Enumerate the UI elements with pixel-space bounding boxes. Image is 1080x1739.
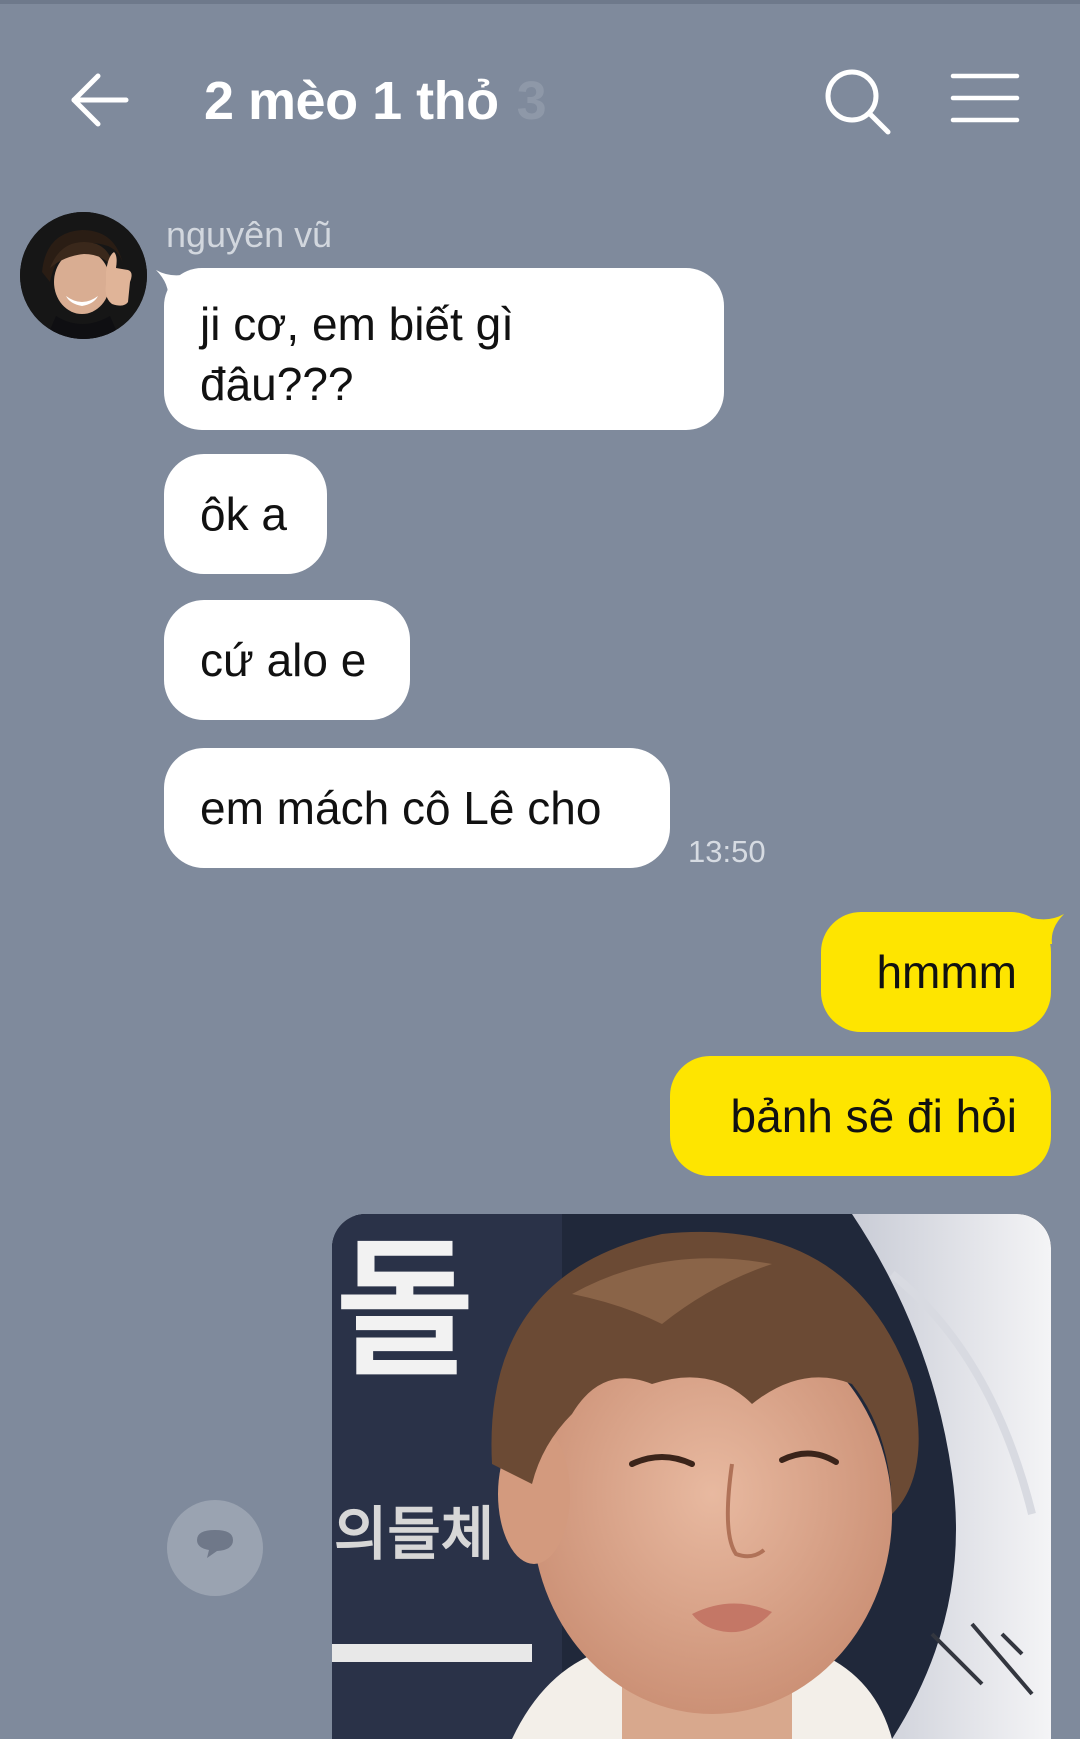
incoming-message[interactable]: cứ alo e xyxy=(164,600,410,720)
chat-bubble-icon xyxy=(197,1530,233,1558)
message-text: em mách cô Lê cho xyxy=(200,782,602,834)
menu-button[interactable] xyxy=(950,68,1020,128)
message-text: cứ alo e xyxy=(200,634,367,686)
chat-header: 2 mèo 1 thỏ 3 xyxy=(0,0,1080,200)
meme-photo: 돌 의들체 xyxy=(332,1214,1051,1739)
message-timestamp: 13:50 xyxy=(688,834,766,869)
search-button[interactable] xyxy=(818,62,898,142)
avatar-photo xyxy=(20,212,147,339)
incoming-message[interactable]: ji cơ, em biết gì đâu??? xyxy=(164,268,724,430)
chat-title: 2 mèo 1 thỏ xyxy=(204,71,499,131)
back-arrow-icon xyxy=(71,73,129,127)
message-text: ôk a xyxy=(200,488,287,540)
message-text-line: ji cơ, em biết gì xyxy=(200,298,514,350)
sender-avatar[interactable] xyxy=(20,212,147,339)
search-icon xyxy=(825,69,891,135)
chat-title-group[interactable]: 2 mèo 1 thỏ 3 xyxy=(204,66,547,136)
comment-button[interactable] xyxy=(167,1500,263,1596)
sender-name: nguyên vũ xyxy=(166,214,333,255)
outgoing-message[interactable]: hmmm xyxy=(821,912,1051,1032)
menu-icon xyxy=(950,73,1020,123)
outgoing-message[interactable]: bảnh sẽ đi hỏi xyxy=(670,1056,1051,1176)
incoming-message[interactable]: em mách cô Lê cho xyxy=(164,748,670,868)
back-button[interactable] xyxy=(60,60,140,140)
message-text: hmmm xyxy=(876,946,1017,998)
incoming-message[interactable]: ôk a xyxy=(164,454,327,574)
message-text-line: đâu??? xyxy=(200,358,354,410)
sign-text: 돌 xyxy=(336,1224,474,1398)
sign-text-small: 의들체 xyxy=(334,1500,494,1568)
member-count: 3 xyxy=(516,71,547,131)
message-text: bảnh sẽ đi hỏi xyxy=(730,1090,1017,1142)
photo-message[interactable]: 돌 의들체 xyxy=(332,1214,1051,1739)
